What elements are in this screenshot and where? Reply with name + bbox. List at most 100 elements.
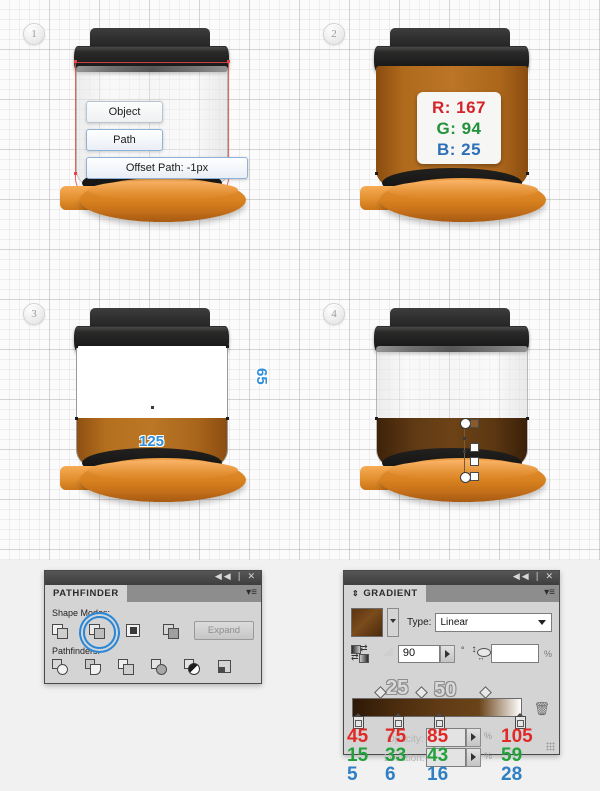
rgb-value-red: R: 167: [431, 98, 487, 117]
jar-base-plate: [60, 458, 246, 506]
center-point: [151, 406, 154, 409]
gradient-stop-handle[interactable]: [470, 457, 479, 466]
shape-mode-intersect-button[interactable]: [126, 622, 143, 639]
angle-value: 90: [402, 646, 416, 659]
jar-illustration-4: [320, 280, 580, 520]
shape-mode-minus-front-button[interactable]: [83, 616, 116, 649]
rect-anchor: [75, 417, 78, 420]
path-anchor: [74, 172, 77, 175]
stop-1-green: 15: [347, 745, 369, 766]
gradient-annotator[interactable]: [459, 418, 481, 483]
pathfinder-body: Shape Modes: Expand Pathfinders:: [45, 602, 261, 683]
rect-anchor: [226, 345, 229, 348]
rgb-readout-box: R: 167 G: 94 B: 25: [417, 92, 501, 164]
gradient-midpoint-diamond[interactable]: [374, 686, 387, 699]
pathfinder-minus-back-button[interactable]: [217, 659, 234, 676]
gradient-axis-line: [464, 421, 465, 477]
aspect-ratio-input[interactable]: [490, 644, 539, 663]
rgb-value-green: G: 94: [436, 119, 482, 138]
aspect-ratio-icon: ↕ ↔: [469, 645, 492, 662]
angle-input[interactable]: 90: [397, 644, 440, 663]
path-anchor: [74, 60, 77, 63]
gradient-stop-handle[interactable]: [470, 419, 479, 428]
pathfinders-label: Pathfinders:: [52, 646, 101, 656]
panel-collapse-close-controls[interactable]: ◀◀ | ✕: [215, 572, 257, 582]
pathfinder-titlebar[interactable]: ◀◀ | ✕: [45, 571, 261, 585]
degree-symbol: °: [460, 644, 465, 655]
gradient-type-value: Linear: [440, 617, 469, 628]
pathfinder-panel: ◀◀ | ✕ PATHFINDER ▾≡ Shape Modes: Expand…: [44, 570, 262, 684]
menu-chip-path[interactable]: Path: [86, 129, 163, 151]
plate-disk: [80, 458, 246, 502]
pathfinder-trim-button[interactable]: [85, 659, 102, 676]
step-3-panel: 3 125 65: [0, 290, 300, 560]
gradient-type-row: Type: Linear: [351, 608, 552, 637]
gradient-tabrow: ⇕ GRADIENT ▾≡: [344, 585, 559, 602]
path-anchor: [375, 417, 378, 420]
chevron-down-icon: [538, 620, 546, 625]
menu-chip-object[interactable]: Object: [86, 101, 163, 123]
rgb-value-blue: B: 25: [436, 140, 482, 159]
gradient-type-select[interactable]: Linear: [435, 613, 552, 632]
trash-icon[interactable]: 🗑: [533, 701, 550, 717]
pathfinder-outline-button[interactable]: [184, 659, 201, 676]
panel-menu-icon[interactable]: ▾≡: [246, 587, 257, 599]
step-1-panel: 1 Object Path Offset Path: -1px: [0, 0, 300, 290]
gradient-stop-handle[interactable]: [470, 443, 479, 452]
location-percent: %: [484, 751, 493, 761]
pathfinder-divide-button[interactable]: [52, 659, 69, 676]
gradient-swatch-dropdown[interactable]: [387, 608, 399, 637]
jar-illustration-3: [20, 280, 280, 520]
panel-resize-handle[interactable]: [546, 742, 555, 751]
angle-preview-icon: [372, 646, 394, 662]
stop-rgb-4: 105 59 28: [501, 727, 533, 784]
tabrow-filler: ▾≡: [126, 585, 261, 602]
opacity-percent: %: [484, 731, 493, 741]
location-stepper-button[interactable]: [466, 748, 481, 767]
gradient-stop-handle[interactable]: [470, 472, 479, 481]
stop-2-green: 33: [385, 745, 407, 766]
tab-gradient[interactable]: ⇕ GRADIENT: [344, 585, 426, 602]
gradient-midpoint[interactable]: [463, 437, 466, 440]
panel-collapse-close-controls[interactable]: ◀◀ | ✕: [513, 572, 555, 582]
expand-button[interactable]: Expand: [194, 621, 254, 640]
gradient-midpoint-diamond[interactable]: [479, 686, 492, 699]
angle-stepper-button[interactable]: [439, 644, 455, 663]
stop-4-blue: 28: [501, 764, 523, 785]
pathfinder-crop-button[interactable]: [151, 659, 168, 676]
shape-mode-unite-button[interactable]: [52, 622, 69, 639]
gradient-swatch[interactable]: [351, 608, 383, 637]
gradient-midpoint-diamond[interactable]: [415, 686, 428, 699]
stop-rgb-1: 45 15 5: [347, 727, 368, 784]
stop-2-blue: 6: [385, 764, 396, 785]
double-arrow-icon: ⇕: [352, 589, 360, 598]
gradient-angle-row: ⇄ ⇄ 90 ° ↕ ↔ %: [351, 643, 552, 663]
opacity-stepper-button[interactable]: [466, 728, 481, 747]
plate-disk: [80, 178, 246, 222]
pathfinders-row: [52, 659, 254, 676]
gradient-body: Type: Linear ⇄ ⇄ 90 ° ↕ ↔ % 25 50 🗑 Opac…: [344, 602, 559, 784]
panel-menu-icon[interactable]: ▾≡: [544, 587, 555, 599]
menu-chip-offset-path[interactable]: Offset Path: -1px: [86, 157, 248, 179]
gradient-midpoint[interactable]: [463, 450, 466, 453]
tab-pathfinder[interactable]: PATHFINDER: [45, 585, 127, 602]
gradient-angle-control[interactable]: 90: [397, 644, 455, 663]
tabrow-filler: ▾≡: [425, 585, 559, 602]
rect-anchor: [226, 417, 229, 420]
stop-1-red: 45: [347, 726, 369, 747]
jar-base-plate: [60, 178, 246, 226]
reverse-gradient-icon[interactable]: ⇄ ⇄: [351, 643, 369, 663]
stop-2-red: 75: [385, 726, 407, 747]
step-2-panel: 2 R: 167 G: 94 B: 25: [300, 0, 600, 290]
jar-base-plate: [360, 178, 546, 226]
shape-mode-exclude-button[interactable]: [163, 622, 180, 639]
stop-3-red: 85: [427, 726, 449, 747]
stop-rgb-3: 85 43 16: [427, 727, 448, 784]
shape-modes-label: Shape Modes:: [52, 608, 111, 618]
stop-3-green: 43: [427, 745, 449, 766]
gradient-midpoint-track[interactable]: [354, 686, 539, 699]
pathfinder-merge-button[interactable]: [118, 659, 135, 676]
path-anchor: [227, 60, 230, 63]
gradient-titlebar[interactable]: ◀◀ | ✕: [344, 571, 559, 585]
stop-4-red: 105: [501, 726, 533, 747]
